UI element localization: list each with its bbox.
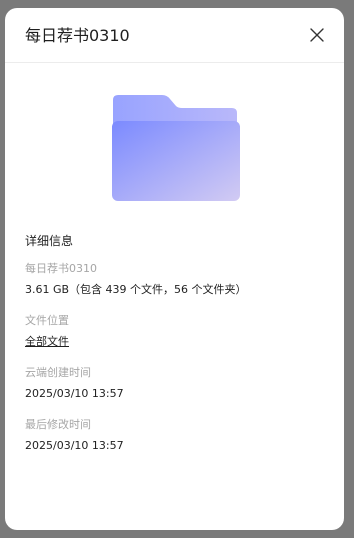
dialog-title: 每日荐书0310	[25, 26, 130, 45]
created-time-label: 云端创建时间	[25, 366, 91, 379]
file-details-dialog: 每日荐书0310 详细信息 每日荐书0310 3.61 GB（包含 439 个文…	[5, 8, 344, 530]
modified-time-label: 最后修改时间	[25, 418, 91, 431]
created-time-value: 2025/03/10 13:57	[25, 387, 124, 400]
dialog-header: 每日荐书0310	[5, 8, 344, 63]
location-link[interactable]: 全部文件	[25, 334, 69, 350]
close-icon[interactable]	[304, 22, 330, 48]
folder-icon	[112, 95, 240, 201]
location-label: 文件位置	[25, 314, 69, 327]
modified-time-value: 2025/03/10 13:57	[25, 439, 124, 452]
folder-name-label: 每日荐书0310	[25, 262, 97, 275]
folder-size-value: 3.61 GB（包含 439 个文件，56 个文件夹）	[25, 283, 247, 296]
details-section-title: 详细信息	[25, 234, 74, 248]
